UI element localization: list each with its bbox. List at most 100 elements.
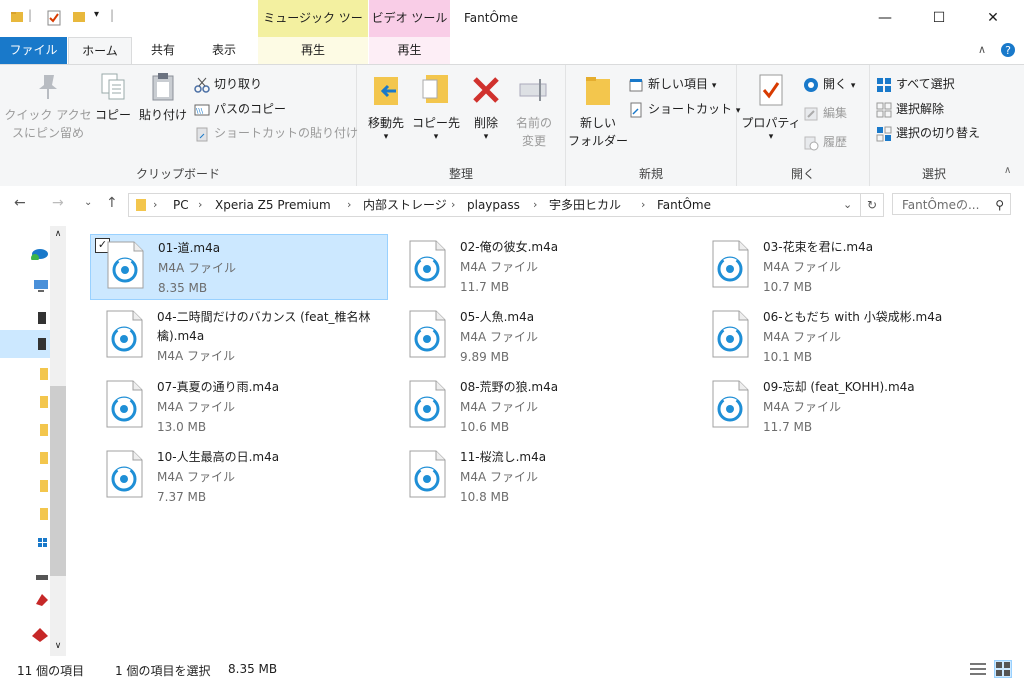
recent-locations-icon[interactable]: ⌄ [84,197,92,208]
file-tile[interactable]: 11-桜流し.m4a M4A ファイル 10.8 MB [393,444,691,510]
forward-arrow-icon[interactable]: → [52,195,64,211]
copy-button[interactable]: コピー [92,71,134,124]
copy-to-button[interactable]: コピー先 ▾ [411,71,461,142]
invert-selection-button[interactable]: 選択の切り替え [876,122,980,144]
file-tile[interactable]: 03-花束を君に.m4a M4A ファイル 10.7 MB [696,234,994,300]
paste-shortcut-button[interactable]: ショートカットの貼り付け [194,122,358,144]
folder-icon[interactable] [40,368,48,380]
collapse-ribbon-icon[interactable]: ∧ [978,43,986,56]
refresh-button[interactable]: ↻ [860,193,884,217]
tab-home[interactable]: ホーム [68,37,132,64]
address-dropdown-icon[interactable]: ⌄ [843,194,852,216]
address-field[interactable]: › PC › Xperia Z5 Premium › 内部ストレージ › pla… [128,193,861,217]
open-icon [804,77,818,92]
file-type: M4A ファイル [158,261,237,275]
rename-label-2: 変更 [521,134,546,148]
properties-icon[interactable] [46,10,62,26]
breadcrumb-artist[interactable]: 宇多田ヒカル [549,194,621,216]
breadcrumb-separator[interactable]: › [641,194,645,216]
select-none-label: 選択解除 [896,102,945,116]
file-tile[interactable]: 09-忘却 (feat_KOHH).m4a M4A ファイル 11.7 MB [696,374,994,440]
breadcrumb-album[interactable]: FantÔme [657,194,711,216]
scroll-down-icon[interactable]: ∨ [50,638,66,654]
ribbon-collapse-icon[interactable]: ∧ [1004,165,1011,176]
select-none-button[interactable]: 選択解除 [876,98,944,120]
up-arrow-icon[interactable]: ↑ [106,195,118,211]
file-size: 10.8 MB [460,490,510,504]
onedrive-icon[interactable] [30,246,48,260]
shortcut-button[interactable]: ショートカット ▾ [628,98,740,120]
windows-icon[interactable] [38,538,48,548]
breadcrumb-separator[interactable]: › [451,194,455,216]
copy-path-button[interactable]: \\\ パスのコピー [194,98,286,120]
maximize-button[interactable]: ☐ [916,0,962,37]
breadcrumb-storage[interactable]: 内部ストレージ [363,194,447,216]
tab-video-play[interactable]: 再生 [369,37,450,64]
breadcrumb-separator[interactable]: › [198,194,202,216]
delete-button[interactable]: 削除 ▾ [465,71,507,142]
edit-button[interactable]: 編集 [803,102,847,124]
copy-icon [101,73,125,100]
file-tile[interactable]: 04-二時間だけのバカンス (feat_椎名林檎).m4a M4A ファイル [90,304,388,370]
select-all-button[interactable]: すべて選択 [876,73,955,95]
folder-icon[interactable] [40,396,48,408]
properties-button[interactable]: プロパティ ▾ [739,71,803,142]
breadcrumb-playpass[interactable]: playpass [467,194,520,216]
rename-button[interactable]: 名前の 変更 [509,71,559,150]
folder-icon[interactable] [40,424,48,436]
rename-icon [519,79,547,101]
media-drive-icon[interactable] [30,626,48,642]
new-folder-button[interactable]: 新しい フォルダー [568,71,628,150]
close-button[interactable]: ✕ [970,0,1016,37]
folder-icon[interactable] [40,480,48,492]
scroll-up-icon[interactable]: ∧ [50,226,66,242]
pc-icon[interactable] [34,280,48,292]
invert-selection-icon [876,126,892,141]
edit-label: 編集 [823,106,848,120]
media-drive-icon[interactable] [34,592,48,606]
file-tile[interactable]: 05-人魚.m4a M4A ファイル 9.89 MB [393,304,691,370]
device-icon[interactable] [38,338,46,350]
shortcut-label: ショートカット [648,102,733,116]
new-folder-icon[interactable] [72,10,86,24]
breadcrumb-separator[interactable]: › [347,194,351,216]
folder-icon[interactable] [40,508,48,520]
file-type: M4A ファイル [460,470,539,484]
file-tile[interactable]: 08-荒野の狼.m4a M4A ファイル 10.6 MB [393,374,691,440]
details-view-icon[interactable] [970,662,986,676]
open-button[interactable]: 開く ▾ [803,73,855,95]
breadcrumb-separator[interactable]: › [533,194,537,216]
breadcrumb-device[interactable]: Xperia Z5 Premium [215,194,331,216]
title-bar: | ▾ | ミュージック ツール ビデオ ツール FantÔme — ☐ ✕ [0,0,1024,62]
help-icon[interactable]: ? [1000,42,1016,58]
breadcrumb-pc[interactable]: PC [173,194,189,216]
cut-button[interactable]: 切り取り [194,73,262,95]
device-icon[interactable] [38,312,46,324]
tab-share[interactable]: 共有 [136,37,190,64]
file-name: 11-桜流し.m4a [460,450,547,464]
pin-quick-access-button[interactable]: クイック アクセ スにピン留め [4,71,92,142]
file-tile[interactable]: 10-人生最高の日.m4a M4A ファイル 7.37 MB [90,444,388,510]
new-item-button[interactable]: 新しい項目 ▾ [628,73,716,95]
search-input[interactable]: FantÔmeの... ⚲ [892,193,1011,215]
tiles-view-icon[interactable] [994,660,1012,678]
drive-icon[interactable] [36,572,48,582]
tab-view[interactable]: 表示 [196,37,252,64]
tab-music-play[interactable]: 再生 [258,37,368,64]
nav-scrollbar-thumb[interactable] [50,386,66,576]
file-tile[interactable]: 06-ともだち with 小袋成彬.m4a M4A ファイル 10.1 MB [696,304,994,370]
file-tile[interactable]: 07-真夏の通り雨.m4a M4A ファイル 13.0 MB [90,374,388,440]
folder-icon[interactable] [10,10,24,24]
folder-icon[interactable] [40,452,48,464]
file-tile[interactable]: ✓ 01-道.m4a M4A ファイル 8.35 MB [90,234,388,300]
back-arrow-icon[interactable]: ← [14,195,26,211]
file-tile[interactable]: 02-俺の彼女.m4a M4A ファイル 11.7 MB [393,234,691,300]
minimize-button[interactable]: — [862,0,908,37]
move-to-button[interactable]: 移動先 ▾ [361,71,411,142]
tab-file[interactable]: ファイル [0,37,67,64]
paste-button[interactable]: 貼り付け [136,71,190,124]
history-button[interactable]: 履歴 [803,131,847,153]
breadcrumb-separator[interactable]: › [153,194,157,216]
dropdown-arrow-icon: ▾ [433,132,439,142]
qat-dropdown-icon[interactable]: ▾ [94,9,99,20]
